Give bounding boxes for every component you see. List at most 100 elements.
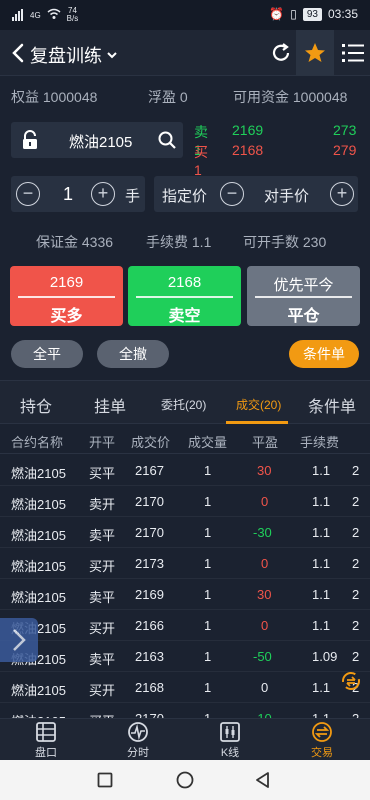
square-icon — [97, 772, 113, 788]
nav-kline[interactable]: K线 — [200, 721, 260, 760]
chevron-left-icon — [12, 43, 24, 63]
cell-price: 2170 — [135, 494, 164, 509]
page-title-dropdown[interactable]: 复盘训练 — [30, 42, 118, 68]
back-nav-button[interactable] — [254, 771, 272, 794]
candlestick-icon — [219, 721, 241, 743]
tab-orders[interactable]: 委托(20) — [161, 396, 206, 413]
conditional-order-button[interactable]: 条件单 — [289, 340, 359, 368]
nav-timeshare[interactable]: 分时 — [108, 721, 168, 760]
cell-name: 燃油2105 — [11, 590, 66, 605]
table-row[interactable]: 燃油2105 卖平 2170 1 -30 1.1 2 — [0, 517, 370, 548]
quantity-unit: 手 — [125, 188, 141, 205]
buy-long-button[interactable]: 2169 买多 — [10, 266, 123, 326]
table-row[interactable]: 燃油2105 买平 2167 1 30 1.1 2 — [0, 455, 370, 486]
buy-price: 2169 — [49, 274, 84, 291]
tab-fills[interactable]: 成交(20) — [236, 396, 281, 413]
cell-fee: 1.1 — [312, 618, 331, 633]
ask-qty: 273 — [333, 122, 357, 138]
chevron-right-icon — [13, 629, 26, 651]
col-name: 合约名称 — [11, 435, 64, 450]
cell-volume: 1 — [204, 525, 212, 540]
cell-open-close: 买开 — [89, 621, 116, 636]
price-selector: 指定价 − 对手价 + — [154, 176, 358, 212]
cell-extra: 2 — [352, 556, 360, 571]
cell-open-close: 卖平 — [89, 590, 116, 605]
col-fee: 手续费 — [300, 435, 340, 450]
cell-extra: 2 — [352, 587, 360, 602]
lock-icon[interactable] — [21, 130, 39, 155]
search-icon[interactable] — [157, 130, 177, 155]
cell-name: 燃油2105 — [11, 497, 66, 512]
nav-trade[interactable]: 交易 — [292, 721, 352, 760]
cell-volume: 1 — [204, 587, 212, 602]
cell-pnl: -30 — [253, 525, 272, 540]
symbol-selector[interactable]: 燃油2105 — [11, 122, 183, 158]
clock: 03:35 — [327, 7, 358, 21]
cell-pnl: 0 — [261, 618, 269, 633]
cell-extra: 2 — [352, 618, 360, 633]
table-row[interactable]: 燃油2105 卖平 2163 1 -50 1.09 2 — [0, 641, 370, 672]
nav-timeshare-label: 分时 — [127, 747, 149, 759]
symbol-name: 燃油2105 — [69, 134, 133, 151]
price-minus-button[interactable]: − — [220, 182, 244, 206]
menu-button[interactable] — [334, 30, 370, 76]
cell-open-close: 卖开 — [89, 497, 116, 512]
cancel-all-button[interactable]: 全撤 — [97, 340, 169, 368]
table-row[interactable]: 燃油2105 买开 2173 1 0 1.1 2 — [0, 548, 370, 579]
network-type: 4G — [30, 10, 41, 20]
bid-qty: 279 — [333, 142, 357, 158]
table-row[interactable]: 燃油2105 买开 2168 1 0 1.1 2 — [0, 672, 370, 703]
status-bar: 4G 74 B/s ⏰ ▯ 93 03:35 — [0, 0, 370, 30]
cell-pnl: 30 — [257, 463, 272, 478]
plus-button[interactable]: + — [91, 182, 115, 206]
home-button[interactable] — [176, 771, 194, 794]
cell-volume: 1 — [204, 680, 212, 695]
cell-fee: 1.1 — [312, 525, 331, 540]
col-volume: 成交量 — [188, 435, 228, 450]
cell-volume: 1 — [204, 463, 212, 478]
minus-button[interactable]: − — [16, 182, 40, 206]
tab-conditional[interactable]: 条件单 — [308, 393, 356, 417]
price-mode[interactable]: 对手价 — [264, 185, 309, 206]
tab-pending[interactable]: 挂单 — [94, 393, 126, 417]
cell-pnl: 0 — [261, 494, 269, 509]
battery-indicator: 93 — [302, 7, 322, 21]
table-row[interactable]: 燃油2105 卖平 2169 1 30 1.1 2 — [0, 579, 370, 610]
nav-kline-label: K线 — [220, 747, 240, 759]
cell-fee: 1.1 — [312, 556, 331, 571]
close-position-button[interactable]: 优先平今 平仓 — [247, 266, 360, 326]
timeshare-icon — [127, 721, 149, 743]
system-nav-bar — [0, 760, 370, 800]
grid-list-icon — [35, 721, 57, 743]
nav-order-book[interactable]: 盘口 — [16, 721, 76, 760]
chevron-down-icon — [107, 52, 117, 59]
back-button[interactable] — [8, 41, 28, 65]
cell-fee: 1.09 — [312, 649, 338, 664]
recents-button[interactable] — [97, 772, 113, 793]
table-row[interactable]: 燃油2105 买开 2166 1 0 1.1 2 — [0, 610, 370, 641]
cell-open-close: 卖平 — [89, 652, 116, 667]
cell-price: 2170 — [135, 525, 164, 540]
swap-icon[interactable] — [340, 670, 362, 697]
cell-pnl: 0 — [261, 680, 269, 695]
trade-icon — [311, 721, 333, 743]
cell-extra: 2 — [352, 649, 360, 664]
signal-icon — [12, 9, 24, 21]
quantity-value[interactable]: 1 — [63, 184, 73, 205]
wifi-icon — [47, 8, 61, 23]
cell-price: 2167 — [135, 463, 164, 478]
table-row[interactable]: 燃油2105 卖开 2170 1 0 1.1 2 — [0, 486, 370, 517]
openable-lots: 可开手数 230 — [243, 234, 327, 250]
cell-open-close: 买开 — [89, 559, 116, 574]
price-type-button[interactable]: 指定价 — [162, 185, 207, 206]
cell-extra: 2 — [352, 494, 360, 509]
close-position-label: 平仓 — [287, 308, 320, 325]
close-all-button[interactable]: 全平 — [11, 340, 83, 368]
sell-short-button[interactable]: 2168 卖空 — [128, 266, 241, 326]
tab-positions[interactable]: 持仓 — [20, 393, 52, 417]
favorite-button[interactable] — [296, 30, 334, 76]
sell-short-label: 卖空 — [168, 308, 201, 325]
refresh-button[interactable] — [262, 30, 300, 76]
price-plus-button[interactable]: + — [330, 182, 354, 206]
side-drawer-handle[interactable] — [0, 618, 38, 662]
